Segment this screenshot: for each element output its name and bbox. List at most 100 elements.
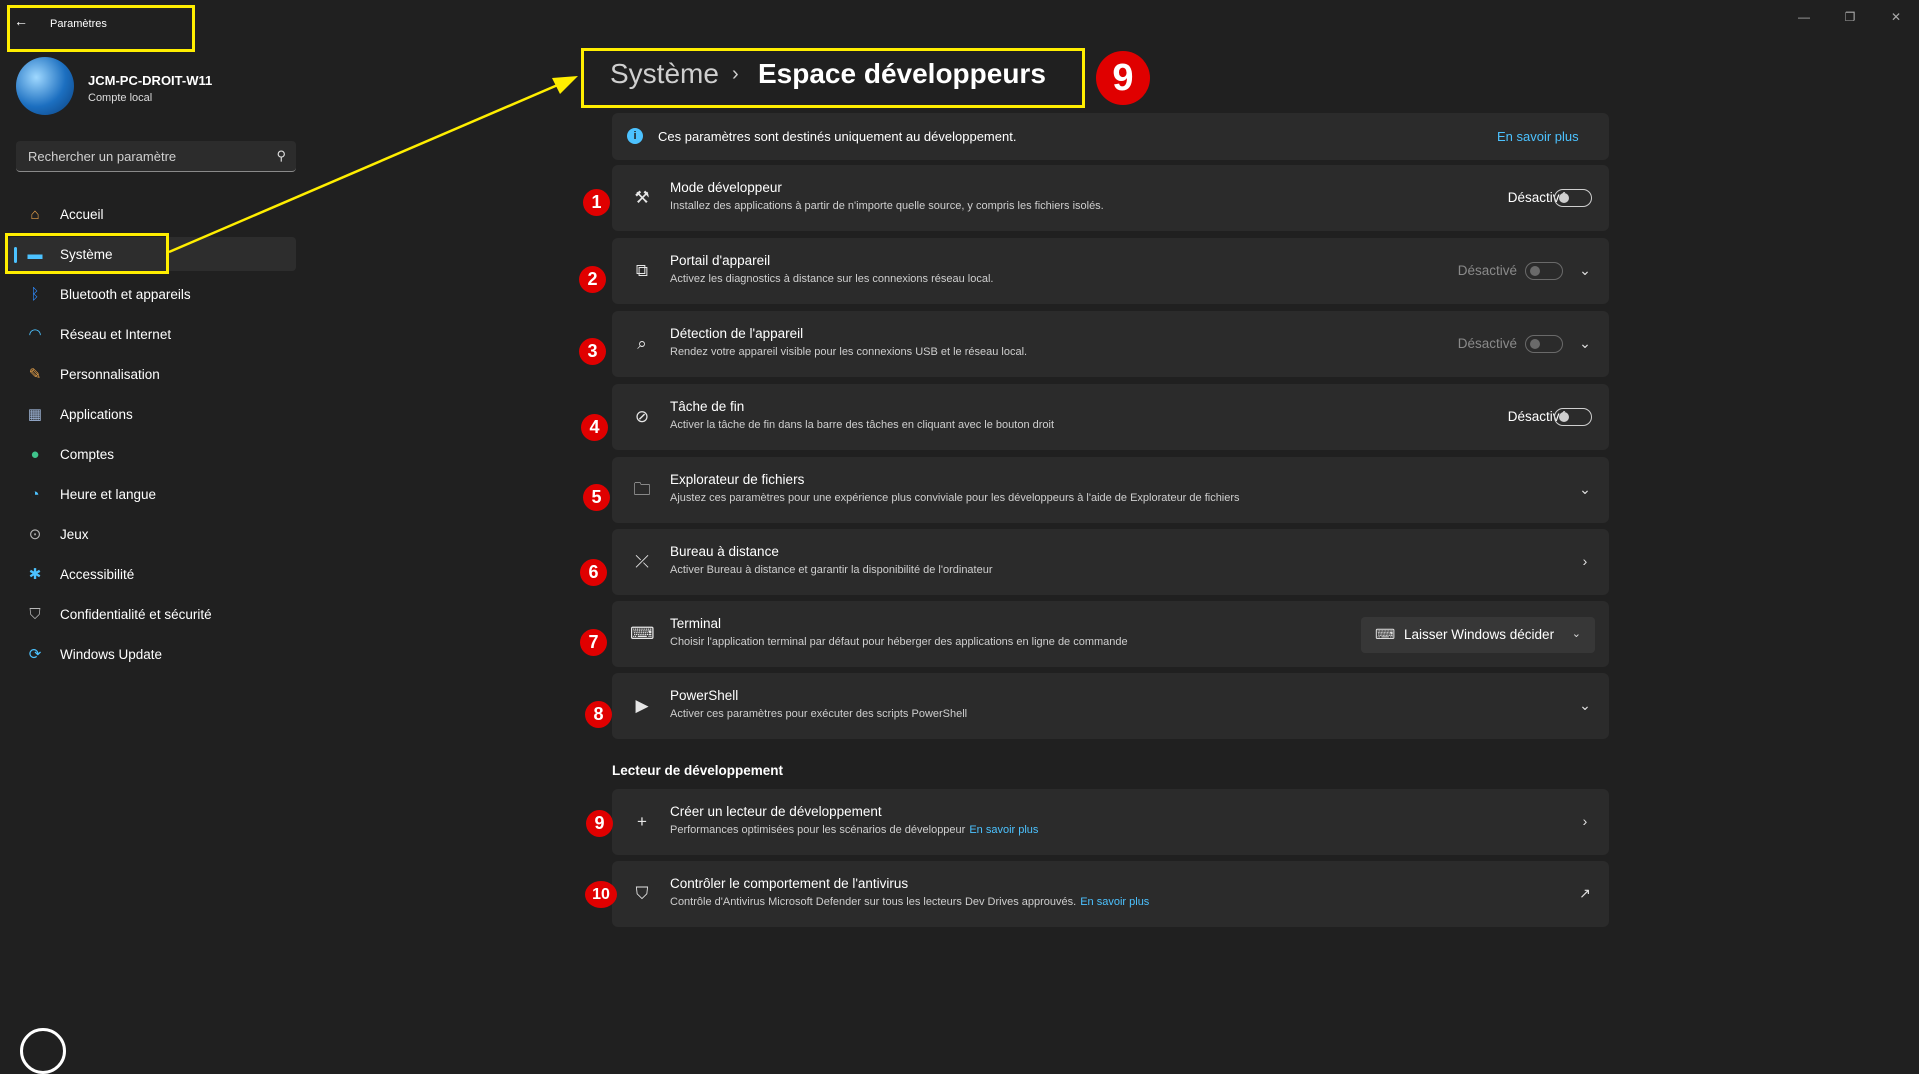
setting-title: Explorateur de fichiers (670, 472, 805, 487)
sidebar-item-2[interactable]: ᛒ Bluetooth et appareils (8, 277, 296, 311)
account-type: Compte local (88, 92, 153, 104)
toggle-state-label: Désactivé (1507, 409, 1567, 424)
sidebar-item-0[interactable]: ⌂ Accueil (8, 197, 296, 231)
setting-description-text: Activer ces paramètres pour exécuter des… (670, 708, 968, 720)
setting-card[interactable]: ⌕ Détection de l'appareil Rendez votre app… (612, 311, 1609, 377)
sidebar-item-label: Comptes (60, 446, 115, 462)
sidebar-item-label: Personnalisation (60, 366, 160, 382)
sidebar-item-9[interactable]: ✱ Accessibilité (8, 557, 296, 591)
toggle-knob (1559, 193, 1569, 203)
setting-title: Contrôler le comportement de l'antivirus (670, 876, 909, 891)
shield-outline-icon: ⛉ (635, 884, 649, 903)
setting-description: Rendez votre appareil visible pour les c… (670, 346, 1027, 358)
sidebar-item-3[interactable]: ◠ Réseau et Internet (8, 317, 296, 351)
accessibility-icon: ✱ (28, 566, 42, 583)
setting-card[interactable]: ⚒ Mode développeur Installez des applicati… (612, 165, 1609, 231)
app-title: Paramètres (50, 18, 107, 30)
annotation-badge: 3 (579, 338, 606, 365)
toggle-state-label: Désactivé (1507, 190, 1567, 205)
sidebar-item-label: Applications (60, 406, 133, 422)
dev-drive-section-title: Lecteur de développement (612, 763, 784, 778)
plus-icon: + (637, 812, 647, 831)
annotation-badge: 8 (585, 701, 612, 728)
chevron-icon[interactable]: ⌄ (1575, 262, 1595, 279)
powershell-icon: ▶ (635, 696, 649, 715)
setting-description: Ajustez ces paramètres pour une expérien… (670, 492, 1240, 504)
toggle-knob (1530, 266, 1540, 276)
terminal-icon: ⌨ (1375, 626, 1396, 642)
annotation-badge: 4 (581, 414, 608, 441)
dev-tools-icon: ⚒ (634, 188, 650, 207)
sidebar-item-10[interactable]: ⛉ Confidentialité et sécurité (8, 597, 296, 631)
sidebar-item-label: Windows Update (60, 646, 163, 662)
setting-description-text: Rendez votre appareil visible pour les c… (670, 346, 1028, 358)
annotation-badge: 9 (1096, 51, 1150, 105)
setting-card[interactable]: ▶ PowerShell Activer ces paramètres pour e… (612, 673, 1609, 739)
close-icon[interactable]: ✕ (1873, 6, 1919, 28)
toggle-switch (1525, 262, 1563, 280)
user-name: JCM-PC-DROIT-W11 (88, 73, 213, 88)
setting-card[interactable]: ⛉ Contrôler le comportement de l'antiviru… (612, 861, 1609, 927)
sidebar-item-8[interactable]: ⊙ Jeux (8, 517, 296, 551)
search-box[interactable]: ⚲ (16, 141, 296, 172)
chevron-icon[interactable]: › (1575, 813, 1595, 829)
setting-title: Mode développeur (670, 180, 782, 195)
chevron-icon[interactable]: › (1575, 553, 1595, 569)
page-title: Espace développeurs (758, 58, 1046, 89)
info-icon: i (627, 128, 643, 144)
breadcrumb-separator: › (732, 63, 739, 85)
shield-icon: ⛉ (29, 605, 41, 623)
update-icon: ⟳ (28, 646, 42, 663)
setting-description: Contrôle d'Antivirus Microsoft Defender … (670, 896, 1149, 908)
dropdown-value: Laisser Windows décider (1404, 627, 1555, 642)
sidebar-item-7[interactable]: ◔ Heure et langue (8, 477, 296, 511)
minimize-icon[interactable]: — (1781, 6, 1827, 28)
learn-more-link[interactable]: En savoir plus (1497, 129, 1579, 144)
annotation-badge: 2 (579, 266, 606, 293)
apps-icon: ▦ (27, 406, 43, 423)
sidebar-item-label: Bluetooth et appareils (60, 286, 191, 302)
breadcrumb-parent[interactable]: Système (610, 58, 719, 90)
home-icon: ⌂ (30, 205, 40, 223)
chevron-icon[interactable]: ⌄ (1575, 697, 1595, 714)
setting-description: Activer la tâche de fin dans la barre de… (670, 419, 1054, 431)
setting-description-text: Contrôle d'Antivirus Microsoft Defender … (670, 896, 1077, 908)
setting-title: PowerShell (670, 688, 739, 703)
setting-title: Créer un lecteur de développement (670, 804, 882, 819)
chevron-icon[interactable]: ⌄ (1575, 481, 1595, 498)
search-input[interactable] (26, 148, 260, 165)
toggle-switch[interactable] (1554, 189, 1592, 207)
brush-icon: ✎ (28, 366, 42, 383)
annotation-badge: 10 (585, 881, 617, 908)
sidebar-item-4[interactable]: ✎ Personnalisation (8, 357, 296, 391)
setting-card[interactable]: + Créer un lecteur de développement Perfor… (612, 789, 1609, 855)
terminal-dropdown[interactable]: ⌨ Laisser Windows décider ⌄ (1361, 617, 1595, 653)
annotation-badge: 7 (580, 629, 607, 656)
setting-card[interactable]: ⊘ Tâche de fin Activer la tâche de fin dan… (612, 384, 1609, 450)
annotation-badge: 9 (586, 810, 613, 837)
setting-description-text: Choisir l'application terminal par défau… (670, 636, 1128, 648)
back-arrow-icon[interactable]: ← (14, 13, 32, 31)
search-icon[interactable]: ⚲ (276, 148, 286, 164)
setting-description-text: Activer la tâche de fin dans la barre de… (670, 419, 1055, 431)
setting-card[interactable]: 🗀 Explorateur de fichiers Ajustez ces para… (612, 457, 1609, 523)
wifi-icon: ◠ (28, 326, 42, 343)
chevron-icon[interactable]: ↗ (1575, 885, 1595, 902)
learn-more-link[interactable]: En savoir plus (969, 824, 1038, 836)
file-explorer-icon: 🗀 (633, 480, 651, 499)
setting-card[interactable]: ⤫ Bureau à distance Activer Bureau à dista… (612, 529, 1609, 595)
sidebar-item-6[interactable]: ● Comptes (8, 437, 296, 471)
setting-description-text: Activez les diagnostics à distance sur l… (670, 273, 994, 285)
setting-description-text: Performances optimisées pour les scénari… (670, 824, 966, 836)
sidebar-item-5[interactable]: ▦ Applications (8, 397, 296, 431)
learn-more-link[interactable]: En savoir plus (1080, 896, 1149, 908)
setting-description-text: Installez des applications à partir de n… (670, 200, 1104, 212)
toggle-switch[interactable] (1554, 408, 1592, 426)
restore-icon[interactable]: ❐ (1827, 6, 1873, 28)
sidebar-item-11[interactable]: ⟳ Windows Update (8, 637, 296, 671)
avatar[interactable] (16, 57, 74, 115)
setting-card[interactable]: ⧉ Portail d'appareil Activez les diagnosti… (612, 238, 1609, 304)
chevron-icon[interactable]: ⌄ (1575, 335, 1595, 352)
toggle-knob (1530, 339, 1540, 349)
device-portal-icon: ⧉ (635, 261, 649, 280)
